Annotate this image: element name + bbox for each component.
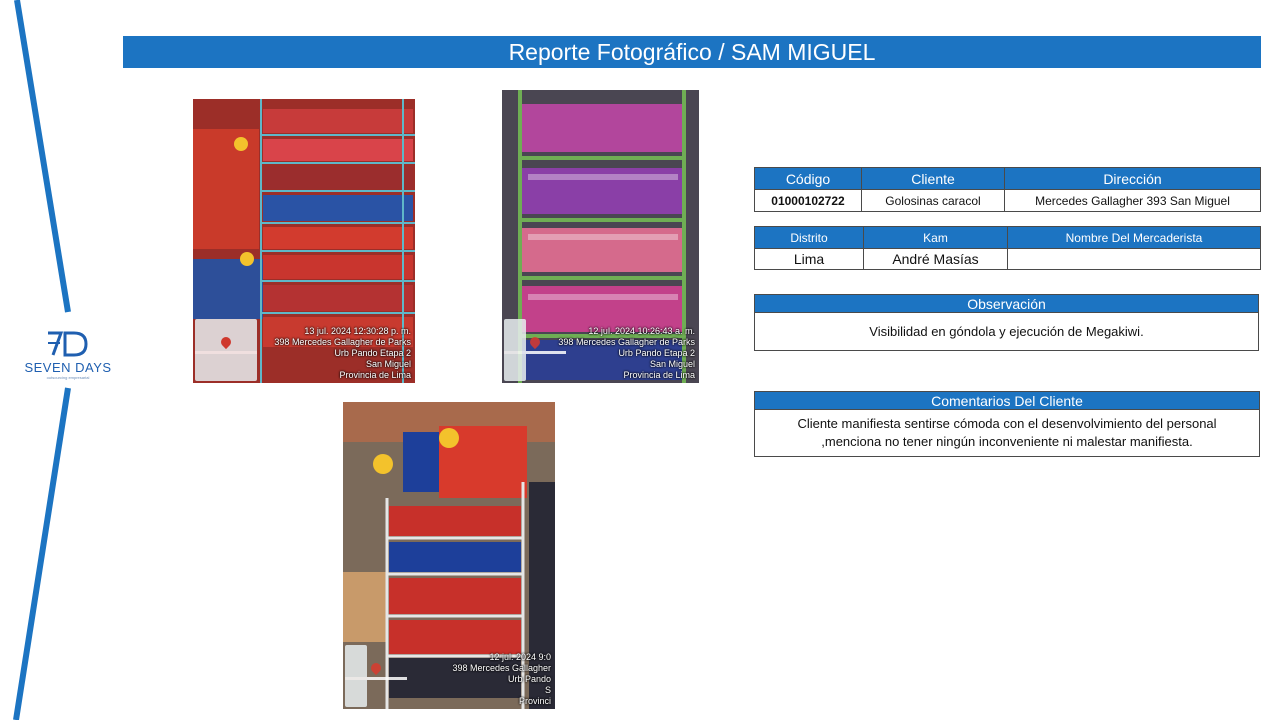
staff-info-table: Distrito Kam Nombre Del Mercaderista Lim… [754,226,1261,270]
observation-header: Observación [754,294,1259,313]
photo-stamp-1: 13 jul. 2024 12:30:28 p. m. 398 Mercedes… [274,326,411,381]
address-header: Dirección [1004,167,1261,190]
photo-stamp-3: 12 jul. 2024 9:0 398 Mercedes Gallagher … [452,652,551,707]
display-stand-photo[interactable]: 12 jul. 2024 9:0 398 Mercedes Gallagher … [343,402,555,709]
kam-value: André Masías [863,248,1008,270]
stamp-area: Urb Pando [507,674,551,684]
photo-stamp-2: 12 jul. 2024 10:26:43 a. m. 398 Mercedes… [558,326,695,381]
location-map-icon [195,319,257,381]
stamp-district: S [544,685,551,695]
stamp-address: 398 Mercedes Gallagher de Parks [274,337,411,347]
district-header: Distrito [754,226,864,249]
code-value: 01000102722 [754,189,862,212]
stamp-date: 12 jul. 2024 9:0 [489,652,551,662]
kam-header: Kam [863,226,1008,249]
stamp-province: Provincia de Lima [623,370,695,380]
client-value: Golosinas caracol [861,189,1005,212]
store-info-table: Código Cliente Dirección 01000102722 Gol… [754,167,1261,212]
district-value: Lima [754,248,864,270]
shelf-photo-2[interactable]: 12 jul. 2024 10:26:43 a. m. 398 Mercedes… [502,90,699,383]
client-comments-line-2: ,menciona no tener ningún inconveniente … [821,434,1193,449]
stamp-district: San Miguel [649,359,695,369]
logo-tagline: outsourcing empresarial [46,375,90,380]
code-header: Código [754,167,862,190]
stamp-date: 12 jul. 2024 10:26:43 a. m. [588,326,695,336]
stamp-district: San Miguel [365,359,411,369]
merchandiser-header: Nombre Del Mercaderista [1007,226,1261,249]
logo-name: SEVEN DAYS [24,360,112,375]
stamp-area: Urb Pando Etapa 2 [618,348,695,358]
location-map-icon [504,319,566,381]
company-logo: SEVEN DAYS outsourcing empresarial [20,330,116,380]
stamp-area: Urb Pando Etapa 2 [334,348,411,358]
merchandiser-value [1007,248,1261,270]
client-comments-line-1: Cliente manifiesta sentirse cómoda con e… [797,416,1217,431]
location-map-icon [345,645,407,707]
observation-text: Visibilidad en góndola y ejecución de Me… [754,312,1259,351]
report-title: Reporte Fotográfico / SAM MIGUEL [123,36,1261,68]
stamp-address: 398 Mercedes Gallagher [452,663,551,673]
stamp-province: Provinci [518,696,551,706]
logo-mark-icon [48,331,88,357]
client-comments-header: Comentarios Del Cliente [754,391,1260,410]
stamp-province: Provincia de Lima [339,370,411,380]
client-header: Cliente [861,167,1005,190]
address-value: Mercedes Gallagher 393 San Miguel [1004,189,1261,212]
stamp-date: 13 jul. 2024 12:30:28 p. m. [304,326,411,336]
stamp-address: 398 Mercedes Gallagher de Parks [558,337,695,347]
client-comments-cell: Cliente manifiesta sentirse cómoda con e… [754,409,1260,457]
shelf-photo-1[interactable]: 13 jul. 2024 12:30:28 p. m. 398 Mercedes… [193,99,415,383]
observation-table: Observación Visibilidad en góndola y eje… [754,294,1259,351]
client-comments-table: Comentarios Del Cliente Cliente manifies… [754,391,1260,457]
